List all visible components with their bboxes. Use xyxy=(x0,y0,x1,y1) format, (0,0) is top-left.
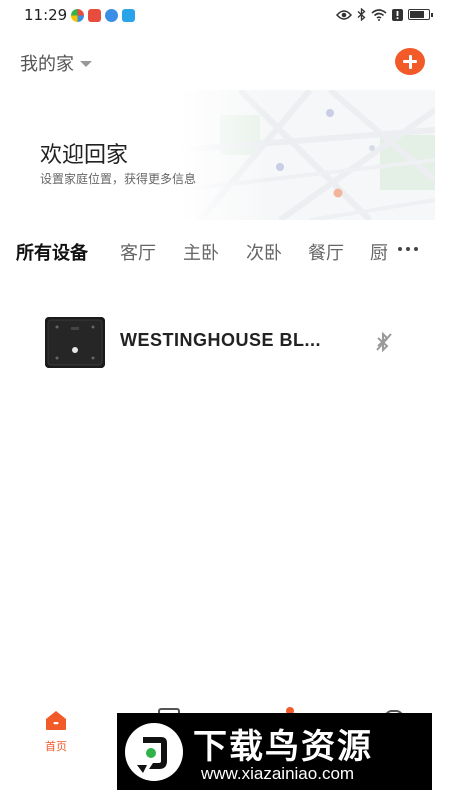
welcome-title: 欢迎回家 xyxy=(40,143,129,168)
nav-home-label: 首页 xyxy=(45,740,67,753)
app-notification-icon xyxy=(88,9,101,22)
device-card[interactable]: WESTINGHOUSE BL... xyxy=(0,310,450,376)
app-notification-icon xyxy=(122,9,135,22)
room-tabs: 所有设备 客厅 主卧 次卧 餐厅 厨 xyxy=(0,235,450,267)
app-notification-icon xyxy=(105,9,118,22)
home-name: 我的家 xyxy=(20,54,74,75)
set-location-link[interactable]: 设置家庭位置，获得更多信息 xyxy=(40,170,196,187)
tab-dining-room[interactable]: 餐厅 xyxy=(308,239,344,265)
watermark-url: www.xiazainiao.com xyxy=(201,764,355,783)
eye-icon xyxy=(336,9,352,20)
scale-thumbnail xyxy=(45,317,105,368)
status-indicators xyxy=(336,8,433,21)
home-switcher[interactable]: 我的家 xyxy=(20,50,92,76)
add-device-button[interactable] xyxy=(395,48,425,75)
chevron-down-icon xyxy=(80,61,92,67)
status-app-icons xyxy=(71,9,135,22)
tab-second-bedroom[interactable]: 次卧 xyxy=(246,239,282,265)
tab-living-room[interactable]: 客厅 xyxy=(120,239,156,265)
wifi-icon xyxy=(371,8,387,21)
status-time: 11:29 xyxy=(24,6,68,24)
map-illustration xyxy=(180,90,435,220)
status-bar: 11:29 xyxy=(0,0,450,32)
tab-master-bedroom[interactable]: 主卧 xyxy=(183,239,219,265)
more-icon[interactable] xyxy=(398,245,422,255)
bluetooth-icon xyxy=(357,8,366,21)
app-notification-icon xyxy=(71,9,84,22)
tab-kitchen[interactable]: 厨 xyxy=(370,239,388,265)
nav-home[interactable]: 首页 xyxy=(36,708,76,758)
bluetooth-off-icon xyxy=(376,331,392,353)
home-icon xyxy=(46,711,66,730)
tab-all-devices[interactable]: 所有设备 xyxy=(16,239,88,265)
watermark-title: 下载鸟资源 xyxy=(193,727,373,767)
device-name: WESTINGHOUSE BL... xyxy=(120,330,322,350)
bird-logo-icon xyxy=(125,723,183,781)
alert-icon xyxy=(392,8,403,21)
watermark-banner: 下载鸟资源 www.xiazainiao.com xyxy=(117,713,432,790)
battery-icon xyxy=(408,9,433,20)
